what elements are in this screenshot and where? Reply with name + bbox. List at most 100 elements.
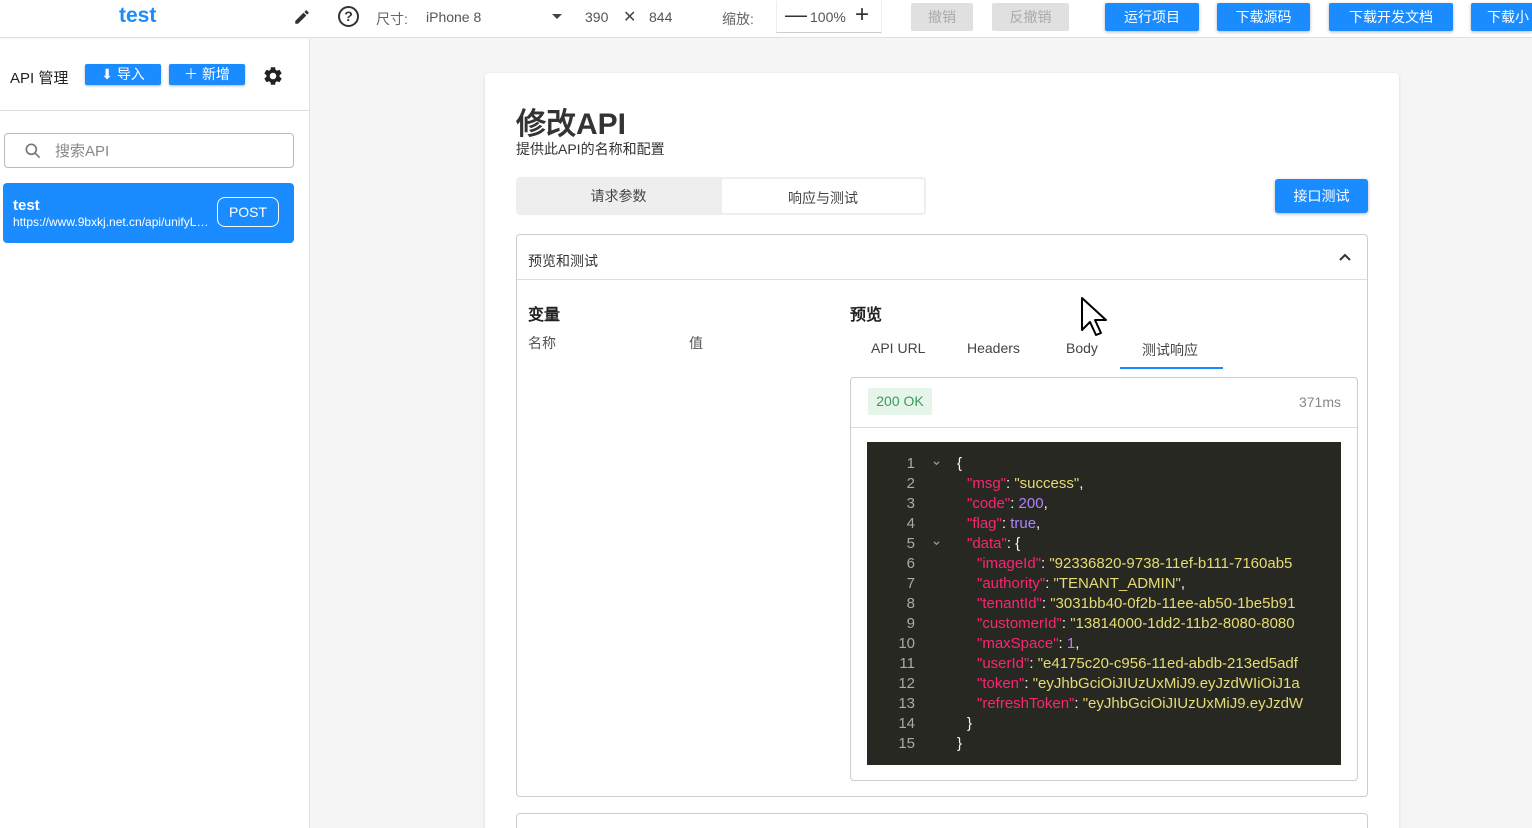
line-number: 2: [906, 475, 915, 492]
code-text: "authority": "TENANT_ADMIN",: [977, 575, 1186, 592]
import-label: 导入: [116, 66, 145, 82]
code-text: "flag": true,: [967, 515, 1041, 532]
code-line: 7 "authority": "TENANT_ADMIN",: [867, 574, 1341, 594]
main-card: 修改API 提供此API的名称和配置 请求参数 响应与测试 接口测试 预览和测试…: [485, 73, 1399, 828]
code-text: {: [957, 455, 963, 472]
caret-down-icon[interactable]: [552, 14, 562, 19]
line-number: 3: [906, 495, 915, 512]
line-number: 10: [898, 635, 915, 652]
code-line: 14 }: [867, 714, 1341, 734]
app-title[interactable]: test: [119, 4, 156, 28]
panel-header[interactable]: 预览和测试: [517, 235, 1367, 280]
page-subtitle: 提供此API的名称和配置: [516, 141, 665, 157]
height-input[interactable]: 844: [649, 9, 672, 25]
search-box: [4, 133, 294, 168]
code-text: "refreshToken": "eyJhbGciOiJIUzUxMiJ9.ey…: [977, 695, 1304, 712]
fold-chevron-icon[interactable]: [933, 460, 940, 467]
sidebar-title: API 管理: [10, 70, 69, 87]
code-line: 9 "customerId": "13814000-1dd2-11b2-8080…: [867, 614, 1341, 634]
tab-test-response[interactable]: 测试响应: [1142, 340, 1198, 360]
code-text: "imageId": "92336820-9738-11ef-b111-7160…: [977, 555, 1293, 572]
tab-headers[interactable]: Headers: [967, 340, 1020, 356]
zoom-out-button[interactable]: —: [785, 4, 807, 26]
pencil-icon[interactable]: [293, 8, 311, 26]
tab-body[interactable]: Body: [1066, 340, 1098, 356]
tab-api-url[interactable]: API URL: [871, 340, 925, 356]
download-icon: ⬇: [101, 66, 113, 82]
response-box: 200 OK 371ms 1 { 2 "msg": "success", 3 "…: [850, 377, 1358, 781]
code-text: "tenantId": "3031bb40-0f2b-11ee-ab50-1be…: [977, 595, 1296, 612]
download-docs-button[interactable]: 下载开发文档: [1329, 3, 1453, 31]
code-text: }: [957, 735, 963, 752]
line-number: 9: [906, 615, 915, 632]
code-line: 11 "userId": "e4175c20-c956-11ed-abdb-21…: [867, 654, 1341, 674]
code-text: "maxSpace": 1,: [977, 635, 1080, 652]
download-more-button[interactable]: 下载小: [1471, 3, 1532, 31]
code-line: 4 "flag": true,: [867, 514, 1341, 534]
variables-col-name: 名称: [528, 335, 556, 351]
status-badge: 200 OK: [868, 388, 932, 415]
api-list-item[interactable]: test https://www.9bxkj.net.cn/api/unifyL…: [3, 183, 294, 243]
api-name: test: [13, 197, 40, 214]
size-label: 尺寸:: [376, 11, 408, 27]
tab-bar: 请求参数 响应与测试: [516, 177, 926, 215]
panel-title: 预览和测试: [528, 253, 598, 269]
device-select[interactable]: iPhone 8: [426, 9, 481, 25]
code-text: "customerId": "13814000-1dd2-11b2-8080-8…: [977, 615, 1295, 632]
code-line: 6 "imageId": "92336820-9738-11ef-b111-71…: [867, 554, 1341, 574]
line-number: 11: [899, 655, 915, 672]
code-text: "token": "eyJhbGciOiJIUzUxMiJ9.eyJzdWIiO…: [977, 675, 1300, 692]
run-project-button[interactable]: 运行项目: [1105, 3, 1199, 31]
divider: [851, 427, 1357, 428]
width-input[interactable]: 390: [585, 9, 608, 25]
chevron-up-icon[interactable]: [1336, 250, 1354, 264]
search-icon: [25, 143, 41, 159]
fold-chevron-icon[interactable]: [933, 540, 940, 547]
variables-col-value: 值: [689, 335, 703, 351]
import-button[interactable]: ⬇ 导入: [85, 64, 161, 85]
code-line: 5 "data": {: [867, 534, 1341, 554]
code-line: 3 "code": 200,: [867, 494, 1341, 514]
code-line: 10 "maxSpace": 1,: [867, 634, 1341, 654]
line-number: 14: [898, 715, 915, 732]
code-text: "code": 200,: [967, 495, 1048, 512]
api-test-button[interactable]: 接口测试: [1275, 179, 1368, 213]
plus-icon: ＋: [184, 66, 199, 82]
code-text: "data": {: [967, 535, 1021, 552]
mouse-cursor-icon: [1081, 297, 1107, 336]
response-time: 371ms: [1298, 394, 1341, 410]
search-input[interactable]: [55, 141, 285, 161]
line-number: 8: [906, 595, 915, 612]
top-toolbar: test ? 尺寸: iPhone 8 390 ✕ 844 缩放: — 100%…: [0, 0, 1532, 38]
zoom-value: 100%: [810, 9, 846, 25]
download-source-button[interactable]: 下载源码: [1217, 3, 1310, 31]
api-url: https://www.9bxkj.net.cn/api/unifyLogin: [13, 215, 213, 229]
tab-response-test[interactable]: 响应与测试: [720, 177, 926, 215]
active-tab-indicator: [1120, 367, 1223, 369]
code-text: "userId": "e4175c20-c956-11ed-abdb-213ed…: [977, 655, 1298, 672]
line-number: 15: [898, 735, 915, 752]
line-number: 4: [906, 515, 915, 532]
help-icon[interactable]: ?: [338, 6, 359, 27]
code-editor[interactable]: 1 { 2 "msg": "success", 3 "code": 200, 4…: [867, 442, 1341, 765]
gear-icon[interactable]: [262, 65, 284, 87]
api-method-badge: POST: [217, 197, 279, 227]
tab-request-params[interactable]: 请求参数: [516, 177, 721, 215]
code-line: 15 }: [867, 734, 1341, 754]
code-line: 8 "tenantId": "3031bb40-0f2b-11ee-ab50-1…: [867, 594, 1341, 614]
variables-title: 变量: [528, 307, 561, 324]
add-api-button[interactable]: ＋ 新增: [169, 64, 245, 85]
code-line: 13 "refreshToken": "eyJhbGciOiJIUzUxMiJ9…: [867, 694, 1341, 714]
line-number: 13: [898, 695, 915, 712]
undo-button[interactable]: 撤销: [911, 3, 973, 31]
preview-title: 预览: [850, 307, 883, 324]
line-number: 12: [898, 675, 915, 692]
collapsed-panel[interactable]: [516, 813, 1368, 828]
redo-button[interactable]: 反撤销: [992, 3, 1069, 31]
preview-test-panel: 预览和测试 变量 名称 值 预览 API URL Headers Body 测试…: [516, 234, 1368, 797]
zoom-label: 缩放:: [722, 11, 754, 27]
code-text: "msg": "success",: [967, 475, 1084, 492]
page-title: 修改API: [516, 108, 627, 141]
zoom-in-button[interactable]: +: [855, 3, 869, 27]
line-number: 6: [906, 555, 915, 572]
